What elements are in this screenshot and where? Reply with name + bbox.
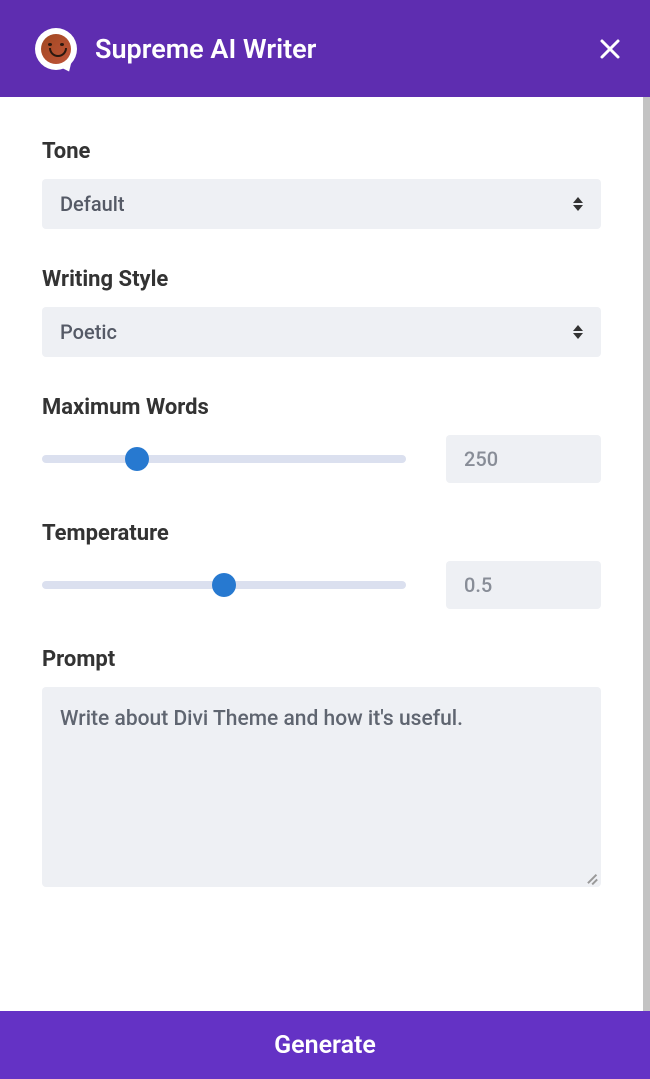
modal-title: Supreme AI Writer (95, 33, 316, 65)
tone-group: Tone Default (42, 139, 601, 229)
writing-style-label: Writing Style (42, 267, 601, 292)
temperature-value-input[interactable]: 0.5 (446, 561, 601, 609)
tone-label: Tone (42, 139, 601, 164)
max-words-value-input[interactable]: 250 (446, 435, 601, 483)
modal-header: Supreme AI Writer (0, 0, 650, 97)
max-words-slider-thumb[interactable] (125, 447, 149, 471)
temperature-row: 0.5 (42, 561, 601, 609)
generate-button-label: Generate (274, 1031, 376, 1060)
tone-select-value: Default (60, 192, 125, 216)
max-words-value: 250 (464, 447, 498, 471)
temperature-slider[interactable] (42, 573, 406, 597)
temperature-slider-thumb[interactable] (212, 573, 236, 597)
header-left: Supreme AI Writer (35, 28, 316, 70)
temperature-value: 0.5 (464, 573, 492, 597)
max-words-slider[interactable] (42, 447, 406, 471)
max-words-row: 250 (42, 435, 601, 483)
prompt-group: Prompt (42, 647, 601, 887)
writing-style-select[interactable]: Poetic (42, 307, 601, 357)
writing-style-select-value: Poetic (60, 320, 117, 344)
max-words-group: Maximum Words 250 (42, 395, 601, 483)
temperature-group: Temperature 0.5 (42, 521, 601, 609)
tone-select[interactable]: Default (42, 179, 601, 229)
temperature-label: Temperature (42, 521, 601, 546)
app-logo-icon (35, 28, 77, 70)
prompt-textarea[interactable] (60, 705, 583, 865)
sort-arrows-icon (573, 197, 583, 211)
generate-button[interactable]: Generate (0, 1011, 650, 1079)
prompt-label: Prompt (42, 647, 601, 672)
scrollbar[interactable] (643, 97, 650, 1011)
max-words-label: Maximum Words (42, 395, 601, 420)
prompt-textarea-wrapper (42, 687, 601, 887)
writing-style-group: Writing Style Poetic (42, 267, 601, 357)
close-button[interactable] (598, 37, 622, 61)
resize-handle-icon[interactable] (583, 869, 597, 883)
close-icon (598, 37, 622, 61)
modal-content: Tone Default Writing Style Poetic Maximu… (0, 97, 643, 1011)
sort-arrows-icon (573, 325, 583, 339)
